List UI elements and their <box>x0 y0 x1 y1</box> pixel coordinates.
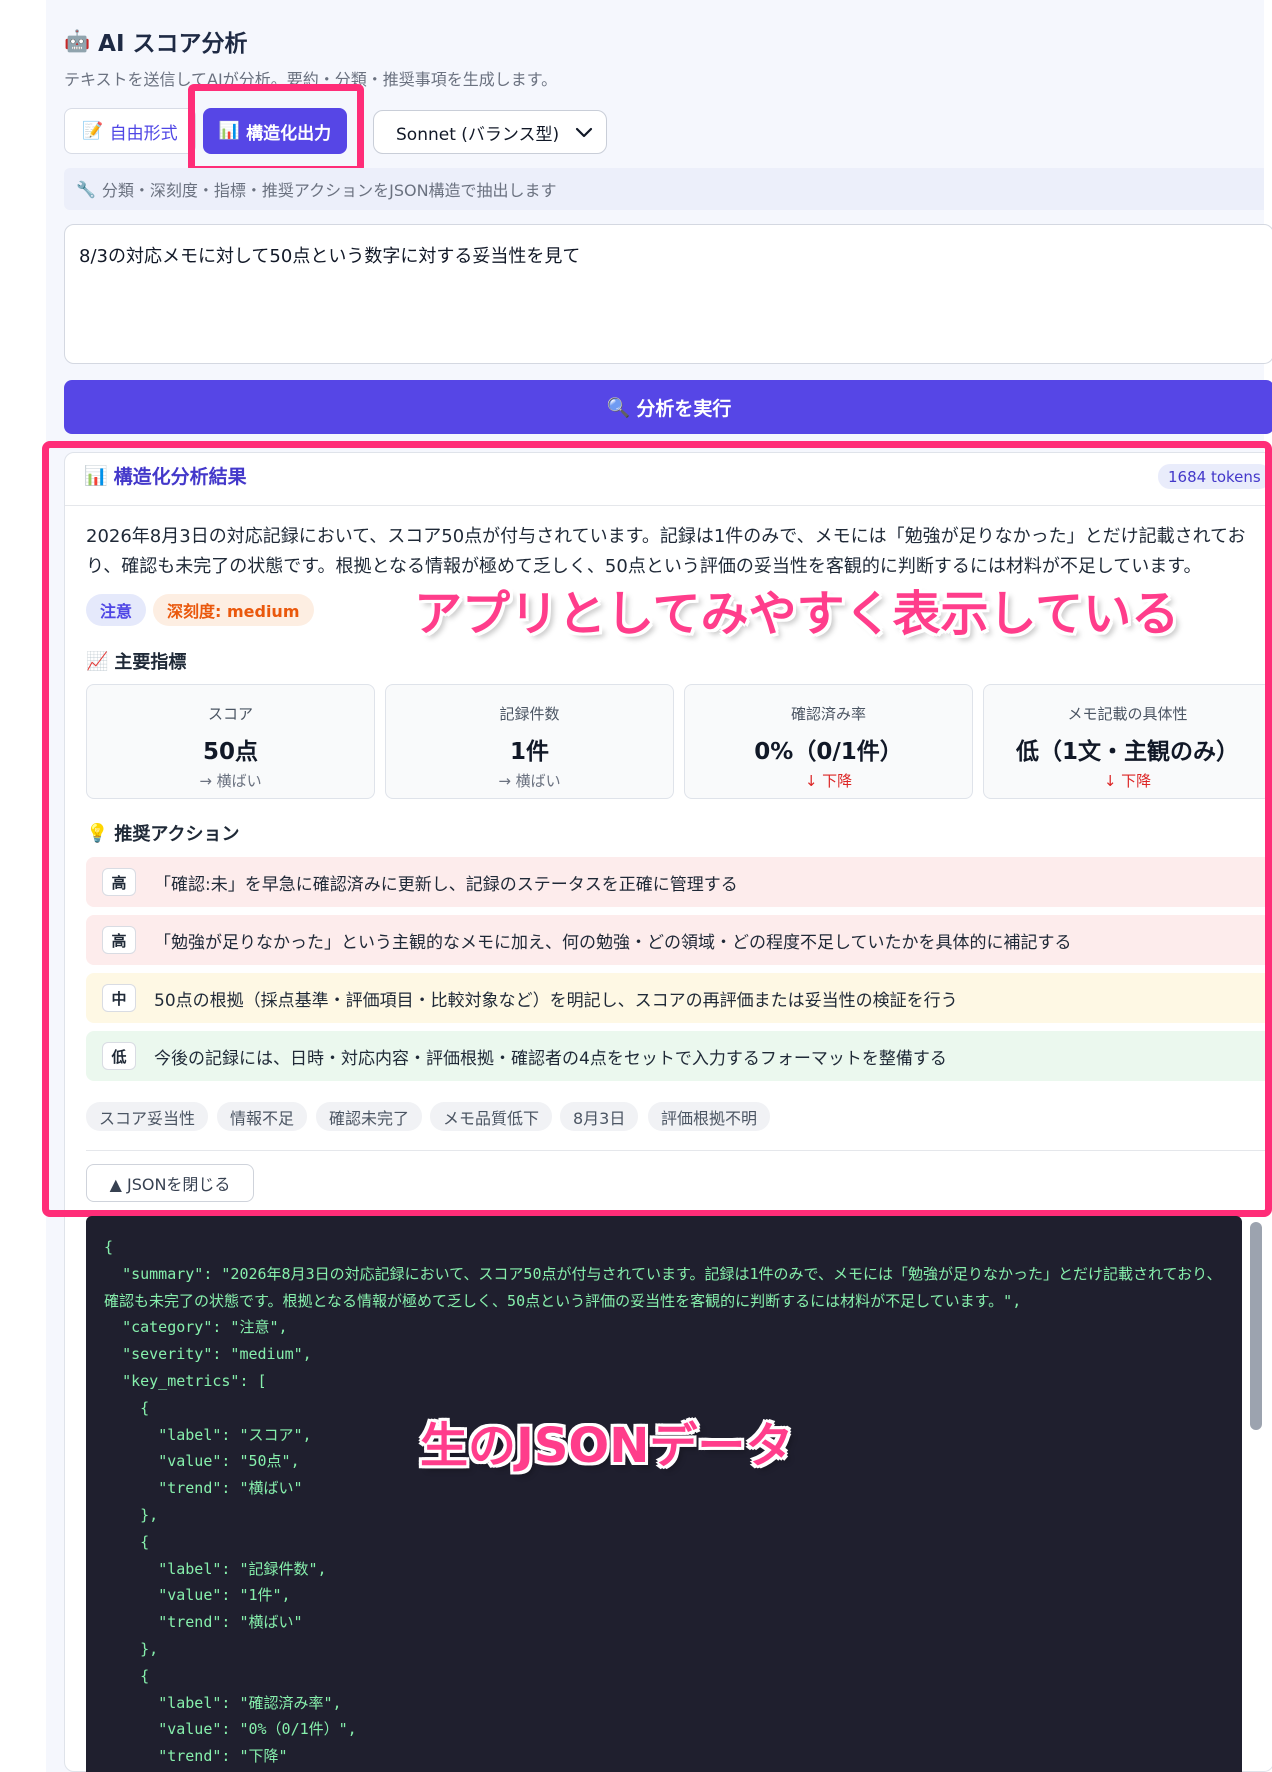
run-analysis-label: 分析を実行 <box>636 397 732 420</box>
highlight-box-result <box>42 441 1272 1217</box>
wrench-icon: 🔧 <box>76 179 96 199</box>
json-scrollbar[interactable] <box>1250 1222 1262 1430</box>
robot-icon: 🤖 <box>64 28 91 53</box>
mode-hint-text: 分類・深刻度・指標・推奨アクションをJSON構造で抽出します <box>101 181 557 200</box>
highlight-box-tab <box>188 84 364 173</box>
run-analysis-button[interactable]: 🔍 分析を実行 <box>64 380 1272 434</box>
analysis-input[interactable]: 8/3の対応メモに対して50点という数字に対する妥当性を見て <box>64 224 1272 364</box>
page-title: 🤖 AI スコア分析 <box>64 24 248 58</box>
model-select-value: Sonnet (バランス型) <box>396 124 560 145</box>
annotation-app-display: アプリとしてみやすく表示している <box>414 586 1180 642</box>
raw-json-text: { "summary": "2026年8月3日の対応記録において、スコア50点が… <box>104 1238 1222 1766</box>
tab-free-form[interactable]: 📝 自由形式 <box>64 108 196 154</box>
model-select[interactable]: Sonnet (バランス型) <box>373 110 607 154</box>
magnifier-icon: 🔍 <box>606 396 631 419</box>
memo-icon: 📝 <box>82 121 104 141</box>
annotation-raw-json: 生のJSONデータ <box>420 1418 794 1474</box>
chevron-down-icon <box>575 127 593 138</box>
page-title-text: AI スコア分析 <box>98 31 248 57</box>
tab-free-form-label: 自由形式 <box>109 123 178 144</box>
mode-hint: 🔧 分類・深刻度・指標・推奨アクションをJSON構造で抽出します <box>64 168 1264 210</box>
